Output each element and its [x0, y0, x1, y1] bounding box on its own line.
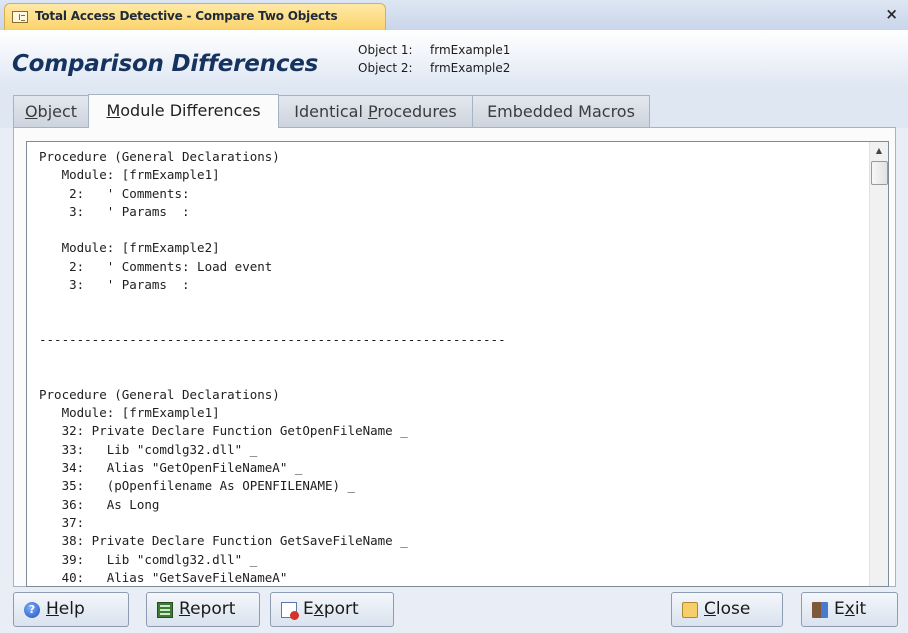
object1-value: frmExample1 — [430, 43, 511, 57]
code-line: 33: Lib "comdlg32.dll" _ — [39, 441, 258, 457]
button-bar: ? Help Report Export Close Exit — [0, 587, 908, 633]
close-accesskey: C — [704, 599, 716, 619]
report-icon — [157, 602, 173, 618]
exit-accesskey: x — [844, 599, 855, 619]
help-label: elp — [58, 599, 85, 619]
tab-identical-procedures-accesskey: P — [367, 102, 378, 121]
help-button[interactable]: ? Help — [13, 592, 129, 627]
export-label: port — [323, 599, 359, 619]
code-line: ----------------------------------------… — [39, 331, 506, 347]
tab-identical-procedures-label-pre: Identical — [294, 102, 368, 121]
window-title-tab: Total Access Detective - Compare Two Obj… — [4, 3, 386, 30]
form-icon — [12, 11, 28, 23]
code-line: 36: As Long — [39, 496, 160, 512]
exit-button[interactable]: Exit — [801, 592, 898, 627]
code-line: 38: Private Declare Function GetSaveFile… — [39, 533, 408, 549]
code-line: Procedure (General Declarations) — [39, 149, 280, 164]
report-accesskey: R — [179, 599, 191, 619]
exit-door-icon — [812, 602, 828, 618]
export-accesskey: x — [313, 599, 324, 619]
window-title: Total Access Detective - Compare Two Obj… — [35, 9, 338, 23]
tab-embedded-macros-label: Embedded Macros — [487, 102, 635, 121]
code-line: 3: ' Params : — [39, 277, 190, 293]
tab-embedded-macros[interactable]: Embedded Macros — [472, 95, 650, 127]
code-line: 37: — [39, 514, 85, 530]
code-line: Module: [frmExample1] — [39, 167, 220, 183]
tab-bar: Object Module Differences Identical Proc… — [0, 87, 908, 128]
code-line: 35: (pOpenfilename As OPENFILENAME) _ — [39, 478, 356, 494]
tab-object-label: bject — [37, 102, 78, 121]
header: Comparison Differences Object 1: frmExamp… — [0, 30, 908, 87]
code-line: 32: Private Declare Function GetOpenFile… — [39, 423, 408, 439]
tab-object[interactable]: Object — [13, 95, 89, 127]
report-button[interactable]: Report — [146, 592, 260, 627]
close-folder-icon — [682, 602, 698, 618]
close-label: lose — [715, 599, 751, 619]
exit-label-pre: E — [834, 599, 845, 619]
object1-label: Object 1: — [358, 43, 413, 57]
report-label: eport — [190, 599, 236, 619]
window-titlebar: Total Access Detective - Compare Two Obj… — [0, 0, 908, 31]
tab-identical-procedures[interactable]: Identical Procedures — [278, 95, 473, 127]
tab-identical-procedures-label: rocedures — [377, 102, 457, 121]
tab-module-differences-accesskey: M — [106, 101, 121, 120]
code-line: 2: ' Comments: Load event — [39, 258, 273, 274]
close-button[interactable]: Close — [671, 592, 783, 627]
module-differences-panel: Procedure (General Declarations) Module:… — [13, 127, 896, 587]
code-line: Module: [frmExample2] — [39, 240, 220, 256]
page-title: Comparison Differences — [12, 51, 319, 77]
differences-text: Procedure (General Declarations) Module:… — [39, 148, 868, 586]
export-label-pre: E — [303, 599, 314, 619]
object2-label: Object 2: — [358, 61, 413, 75]
scrollbar-thumb[interactable] — [871, 161, 888, 185]
close-icon[interactable]: × — [885, 5, 898, 23]
export-icon — [281, 602, 299, 620]
differences-textbox[interactable]: Procedure (General Declarations) Module:… — [26, 141, 889, 587]
vertical-scrollbar[interactable]: ▲ — [869, 142, 888, 586]
code-line: Procedure (General Declarations) — [39, 386, 280, 402]
tab-module-differences[interactable]: Module Differences — [88, 94, 279, 128]
help-accesskey: H — [46, 599, 59, 619]
object-info: Object 1: frmExample1 Object 2: frmExample… — [358, 41, 510, 77]
scroll-up-arrow-icon[interactable]: ▲ — [870, 142, 888, 160]
help-icon: ? — [24, 602, 40, 618]
tab-object-accesskey: O — [24, 102, 38, 121]
exit-label: it — [854, 599, 867, 619]
code-line: 40: Alias "GetSaveFileNameA" — [39, 569, 288, 585]
code-line: 3: ' Params : — [39, 203, 190, 219]
code-line: Module: [frmExample1] — [39, 405, 220, 421]
code-line: 34: Alias "GetOpenFileNameA" _ — [39, 460, 303, 476]
code-line: 2: ' Comments: — [39, 185, 190, 201]
tab-module-differences-label: odule Differences — [120, 101, 261, 120]
object2-value: frmExample2 — [430, 61, 511, 75]
export-button[interactable]: Export — [270, 592, 394, 627]
code-line: 39: Lib "comdlg32.dll" _ — [39, 551, 258, 567]
